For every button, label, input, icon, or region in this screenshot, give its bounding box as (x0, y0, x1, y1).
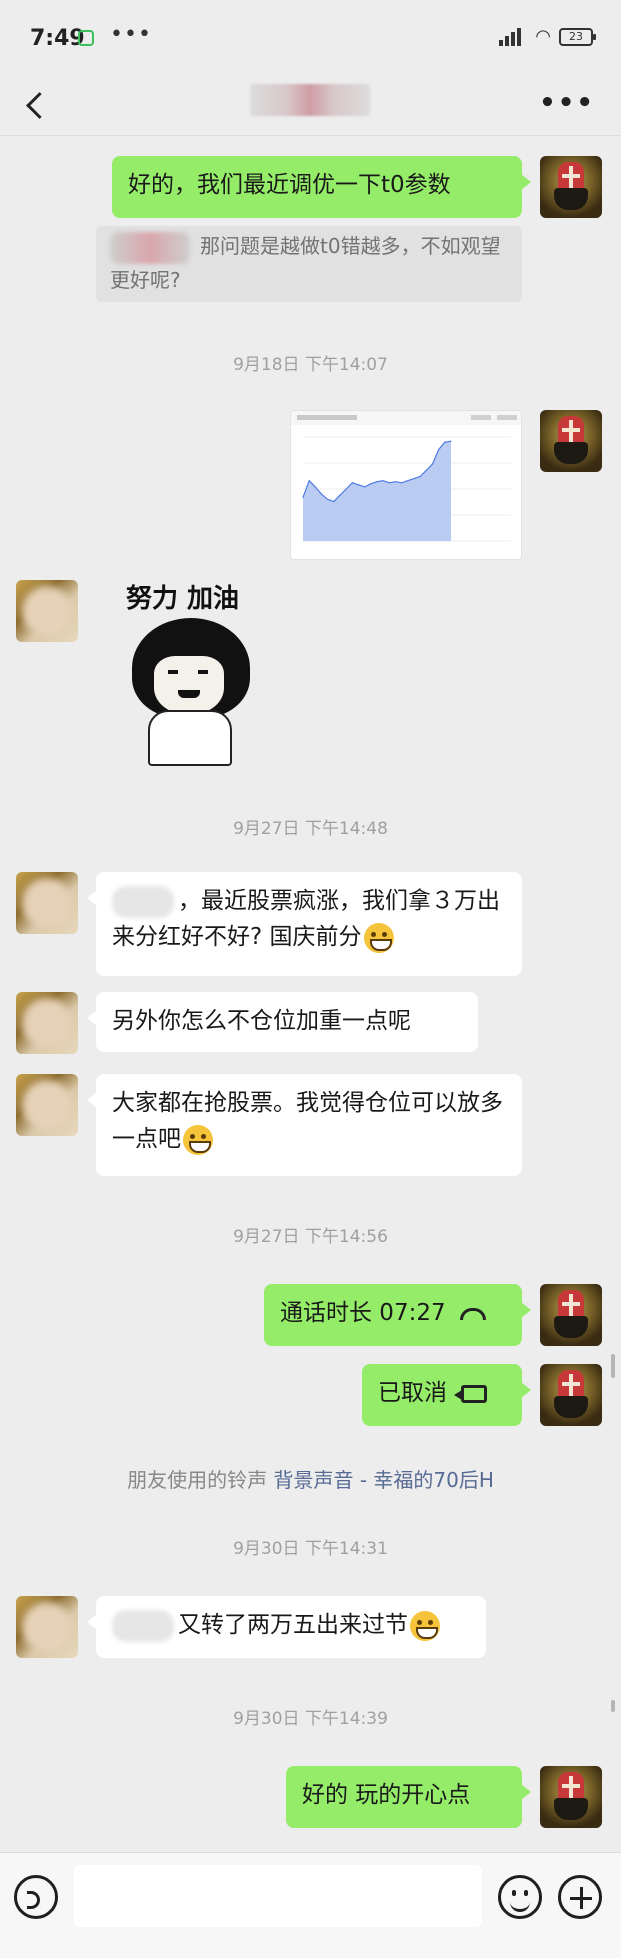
call-duration-text: 通话时长 07:27 (280, 1300, 446, 1326)
sticker-character-face (154, 656, 224, 714)
sticker-character-body (148, 710, 232, 766)
chart-point (413, 478, 415, 480)
thinking-emoji-icon (410, 1610, 440, 1641)
chart-point (364, 486, 366, 488)
message-input[interactable] (74, 1865, 482, 1927)
call-cancelled-text: 已取消 (378, 1380, 447, 1406)
more-notifications-icon: ••• (110, 22, 152, 47)
message-bubble[interactable]: 又转了两万五出来过节 (87, 1596, 486, 1658)
quoted-message[interactable]: 那问题是越做t0错越多，不如观望更好呢? (96, 226, 522, 302)
chart-point (370, 483, 372, 485)
more-options-icon[interactable]: ••• (539, 88, 595, 118)
grin-emoji-icon (363, 922, 394, 953)
battery-icon: 23 (559, 27, 596, 46)
add-more-icon[interactable] (558, 1875, 602, 1919)
chart-point (308, 480, 310, 482)
message-bubble[interactable]: 好的 玩的开心点 (286, 1766, 531, 1828)
chart-point (419, 475, 421, 478)
mentioned-name-blurred (112, 1609, 174, 1642)
chart-point (425, 469, 427, 471)
contact-avatar[interactable] (16, 1596, 78, 1658)
status-indicators: ◠ 23 (499, 26, 596, 47)
back-icon[interactable] (22, 86, 52, 124)
video-call-icon (454, 1384, 487, 1403)
chat-title-blurred (250, 84, 370, 116)
message-text: 另外你怎么不仓位加重一点呢 (112, 1008, 411, 1034)
self-avatar[interactable] (540, 1766, 602, 1828)
ringtone-notice: 朋友使用的铃声 背景声音 - 幸福的70后H (0, 1464, 621, 1493)
sticker-caption: 努力 加油 (126, 584, 240, 614)
quoted-name-blurred (110, 231, 190, 264)
wifi-icon: ◠ (535, 26, 551, 47)
signal-icon (499, 27, 527, 46)
chart-point (388, 482, 390, 484)
chart-point (339, 494, 341, 496)
message-text: 好的 玩的开心点 (302, 1782, 471, 1808)
stock-chart-image[interactable] (290, 410, 522, 560)
message-text: 大家都在抢股票。我觉得仓位可以放多一点吧 (112, 1090, 503, 1152)
message-bubble[interactable]: 好的，我们最近调优一下t0参数 (112, 156, 531, 218)
contact-avatar[interactable] (16, 992, 78, 1054)
message-timestamp: 9月30日 下午14:39 (233, 1709, 388, 1729)
phone-hangup-icon (459, 1307, 486, 1320)
ringtone-link[interactable]: 背景声音 - 幸福的70后H (273, 1468, 493, 1492)
voice-call-record[interactable]: 通话时长 07:27 (264, 1284, 531, 1346)
sticker-image[interactable]: 努力 加油 (118, 578, 268, 768)
message-bubble[interactable]: 另外你怎么不仓位加重一点呢 (87, 992, 478, 1052)
chart-point (394, 481, 397, 483)
message-timestamp: 9月18日 下午14:07 (233, 355, 388, 375)
self-avatar[interactable] (540, 410, 602, 472)
chart-point (357, 484, 360, 486)
emoji-icon[interactable] (498, 1875, 542, 1919)
chart-point (376, 481, 378, 483)
chart-point (314, 486, 316, 488)
status-time: 7:49 (30, 26, 85, 51)
video-call-record[interactable]: 已取消 (362, 1364, 531, 1426)
self-avatar[interactable] (540, 1364, 602, 1426)
message-timestamp: 9月27日 下午14:56 (233, 1227, 388, 1247)
ringtone-notice-text: 朋友使用的铃声 (127, 1468, 268, 1492)
self-avatar[interactable] (540, 1284, 602, 1346)
scrollbar[interactable] (611, 1700, 615, 1712)
chart-point (345, 488, 347, 490)
message-bubble[interactable]: ，最近股票疯涨，我们拿３万出来分红好不好? 国庆前分 (87, 872, 522, 976)
voice-input-icon[interactable] (14, 1875, 58, 1919)
chart-point (320, 493, 323, 495)
chart-point (431, 463, 434, 465)
message-text: 又转了两万五出来过节 (178, 1612, 408, 1638)
stock-chart (291, 411, 521, 542)
contact-avatar[interactable] (16, 872, 78, 934)
contact-avatar[interactable] (16, 580, 78, 642)
chart-point (302, 496, 304, 498)
scrollbar[interactable] (611, 1354, 615, 1378)
chart-point (444, 441, 446, 443)
message-bubble[interactable]: 大家都在抢股票。我觉得仓位可以放多一点吧 (87, 1074, 522, 1176)
mentioned-name-blurred (112, 885, 174, 918)
message-timestamp: 9月30日 下午14:31 (233, 1539, 388, 1559)
app-notification-icon (78, 30, 94, 46)
message-timestamp: 9月27日 下午14:48 (233, 819, 388, 839)
chat-header: ••• (0, 74, 621, 136)
status-bar: 7:49 ••• ◠ 23 (0, 0, 621, 74)
chart-point (438, 448, 440, 451)
chart-area (303, 441, 451, 541)
self-avatar[interactable] (540, 156, 602, 218)
message-text: 好的，我们最近调优一下t0参数 (128, 172, 451, 198)
input-bar (0, 1852, 621, 1958)
chart-point (450, 440, 452, 442)
chart-point (327, 498, 329, 500)
chart-point (401, 482, 403, 484)
chart-point (407, 480, 409, 482)
chart-point (333, 500, 335, 503)
contact-avatar[interactable] (16, 1074, 78, 1136)
chart-point (382, 480, 384, 482)
grin-emoji-icon (183, 1124, 213, 1155)
chart-point (351, 482, 353, 484)
